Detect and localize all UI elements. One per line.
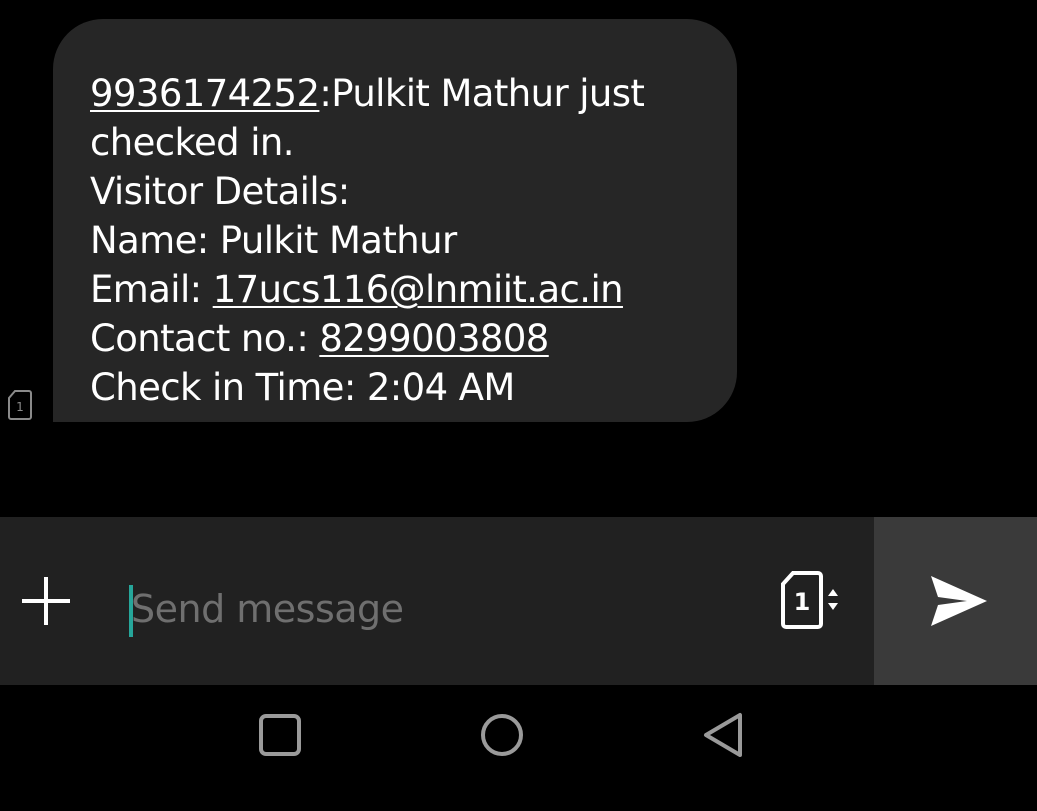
message-line-5: Email: 17ucs116@lnmiit.ac.in (90, 265, 701, 314)
message-line-2: checked in. (90, 121, 295, 164)
navigation-bar (0, 685, 1037, 811)
messaging-screen: 1 9936174252:Pulkit Mathur just checked … (0, 0, 1037, 811)
email-label: Email: (90, 268, 213, 311)
square-icon[interactable] (256, 711, 304, 759)
sim-slot-number: 1 (794, 588, 811, 616)
message-line-6: Contact no.: 8299003808 (90, 314, 701, 363)
contact-label: Contact no.: (90, 317, 320, 360)
sim-card-icon: 1 (8, 390, 32, 420)
send-icon (931, 576, 987, 626)
circle-icon[interactable] (478, 711, 526, 759)
contact-phone-link[interactable]: 8299003808 (319, 317, 549, 360)
send-button[interactable] (874, 517, 1037, 685)
email-link[interactable]: 17ucs116@lnmiit.ac.in (213, 268, 624, 311)
triangle-icon[interactable] (700, 711, 748, 759)
message-line-4: Name: Pulkit Mathur (90, 219, 457, 262)
message-line-1: 9936174252:Pulkit Mathur just (90, 69, 701, 118)
sim-badge-number: 1 (16, 400, 24, 414)
message-input[interactable] (131, 578, 751, 640)
plus-icon[interactable] (18, 573, 74, 629)
message-line-3: Visitor Details: (90, 170, 350, 213)
sim-selector-icon[interactable]: 1 (778, 570, 844, 630)
sender-phone-link[interactable]: 9936174252 (90, 72, 320, 115)
message-line-7: Check in Time: 2:04 AM (90, 366, 515, 409)
message-bubble[interactable]: 9936174252:Pulkit Mathur just checked in… (53, 19, 737, 422)
message-text: :Pulkit Mathur just (319, 72, 645, 115)
